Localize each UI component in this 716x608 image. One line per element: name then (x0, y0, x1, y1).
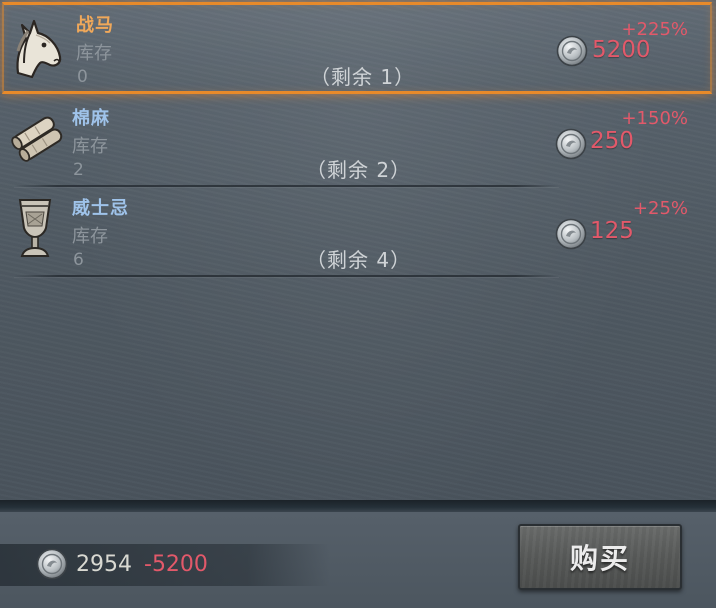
cloth-roll-icon (11, 116, 63, 162)
goods-row-cotton[interactable]: 棉麻 库存 2 （剩余 2） +150% 250 (0, 96, 716, 186)
silver-coin-icon (36, 548, 68, 580)
remaining-quantity: （剩余 4） (306, 248, 412, 272)
horse-head-icon (16, 19, 62, 79)
silver-coin-icon (555, 218, 587, 250)
coin-balance: 2954 (76, 552, 132, 577)
stock-label: 库存 (72, 226, 108, 247)
price-bonus-percent: +25% (632, 198, 688, 219)
remaining-quantity: （剩余 1） (310, 65, 416, 89)
item-price: 125 (590, 218, 634, 244)
silver-coin-icon (555, 128, 587, 160)
remaining-quantity: （剩余 2） (306, 158, 412, 182)
goods-row-warhorse[interactable]: 战马 库存 0 （剩余 1） +225% 5200 (2, 2, 712, 94)
item-name: 战马 (76, 15, 114, 36)
stock-value: 6 (73, 250, 84, 270)
item-price: 5200 (592, 37, 651, 63)
goods-row-whisky[interactable]: 威士忌 库存 6 （剩余 4） +25% 125 (0, 186, 716, 276)
silver-coin-icon (556, 35, 588, 67)
buy-button[interactable]: 购买 (518, 524, 682, 590)
stock-value: 2 (73, 160, 84, 180)
footer-separator (0, 500, 716, 512)
price-bonus-percent: +150% (621, 108, 688, 129)
stock-label: 库存 (76, 43, 112, 64)
buy-button-label: 购买 (569, 542, 630, 575)
item-name: 威士忌 (72, 198, 129, 219)
goblet-icon (18, 199, 52, 257)
item-name: 棉麻 (72, 108, 110, 129)
coin-balance-change: -5200 (144, 552, 208, 577)
goods-list: 战马 库存 0 （剩余 1） +225% 5200 棉麻 库存 2 （剩余 2）… (0, 0, 716, 500)
stock-label: 库存 (72, 136, 108, 157)
purchase-footer: 2954 -5200 购买 (0, 512, 716, 608)
item-price: 250 (590, 128, 634, 154)
stock-value: 0 (77, 67, 88, 87)
row-divider (14, 275, 559, 277)
